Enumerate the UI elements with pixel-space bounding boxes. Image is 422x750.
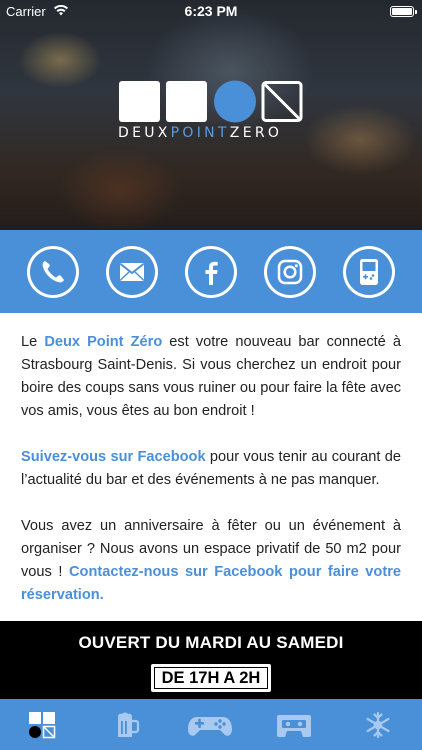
gamepad-icon <box>188 717 232 736</box>
email-button[interactable] <box>106 246 158 298</box>
opening-hours-banner: OUVERT DU MARDI AU SAMEDI DE 17H A 2H <box>0 621 422 699</box>
drinks-tab[interactable] <box>84 699 168 750</box>
bar-name-link[interactable]: Deux Point Zéro <box>44 334 162 350</box>
snowflake-icon <box>366 711 390 739</box>
facebook-paragraph: Suivez-vous sur Facebook pour vous tenir… <box>21 449 401 488</box>
instagram-icon <box>277 259 303 285</box>
intro-paragraph: Le Deux Point Zéro est votre nouveau bar… <box>21 334 401 419</box>
home-tab[interactable] <box>0 699 84 750</box>
brand-logo: DEUXPOINTZERO <box>118 80 304 144</box>
opening-time: DE 17H A 2H <box>155 668 267 688</box>
games-tab[interactable] <box>168 699 252 750</box>
follow-facebook-link[interactable]: Suivez-vous sur Facebook <box>21 449 206 465</box>
opening-days: OUVERT DU MARDI AU SAMEDI <box>78 633 344 652</box>
booking-paragraph: Vous avez un anniversaire à fêter ou un … <box>21 518 401 603</box>
beer-icon <box>118 712 140 737</box>
phone-button[interactable] <box>27 246 79 298</box>
hero-banner: Carrier 6:23 PM DEUXPOINTZERO <box>0 0 422 230</box>
contact-facebook-link[interactable]: Contactez-nous sur Facebook pour faire v… <box>21 564 401 603</box>
mail-icon <box>119 263 145 281</box>
phone-icon <box>42 261 64 283</box>
cassette-icon <box>277 715 311 737</box>
logo-icon <box>29 712 56 739</box>
facebook-icon <box>205 261 218 285</box>
instagram-button[interactable] <box>264 246 316 298</box>
facebook-button[interactable] <box>185 246 237 298</box>
gameboy-button[interactable] <box>343 246 395 298</box>
battery-icon <box>390 6 417 17</box>
clock: 6:23 PM <box>184 3 238 19</box>
music-tab[interactable] <box>252 699 336 750</box>
description-text: Le Deux Point Zéro est votre nouveau bar… <box>21 331 401 630</box>
logo-mark <box>119 80 303 123</box>
tab-bar <box>0 699 422 750</box>
gameboy-icon <box>360 259 378 285</box>
settings-tab[interactable] <box>336 699 420 750</box>
logo-wordmark: DEUXPOINTZERO <box>118 125 283 141</box>
social-links-bar <box>0 230 422 313</box>
status-bar: Carrier 6:23 PM <box>0 0 422 22</box>
